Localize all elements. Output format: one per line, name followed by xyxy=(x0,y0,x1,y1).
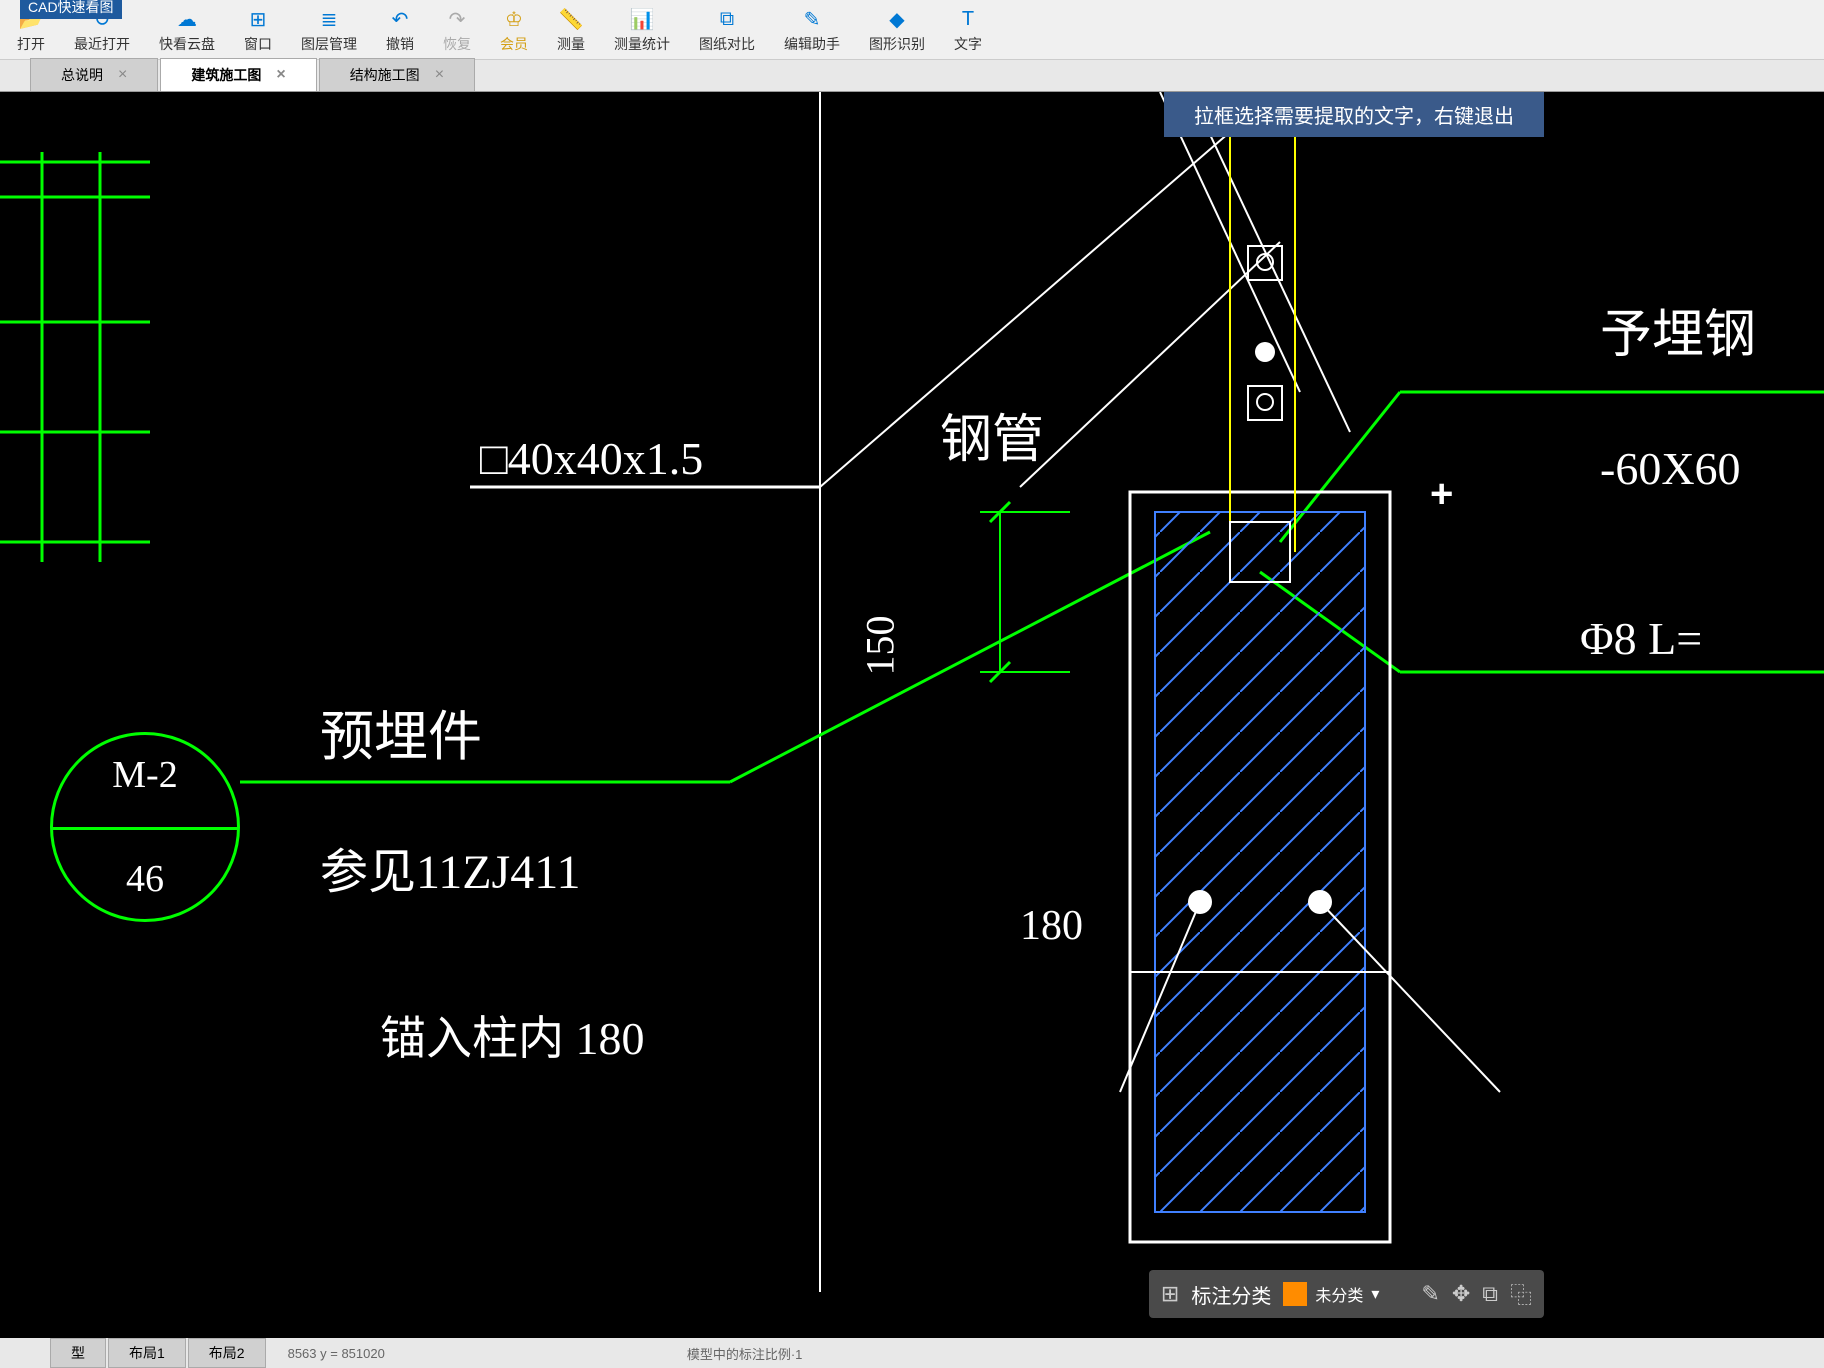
measure-button[interactable]: 📏 测量 xyxy=(545,4,597,56)
drawing-canvas[interactable]: 拉框选择需要提取的文字，右键退出 xyxy=(0,92,1824,1338)
ruler-icon: 📏 xyxy=(557,6,585,34)
anchor-label: 锚入柱内 180 xyxy=(380,1002,645,1068)
spec-text: □40x40x1.5 xyxy=(480,432,703,485)
layout1-tab[interactable]: 布局1 xyxy=(108,1338,186,1368)
cloud-button[interactable]: ☁ 快看云盘 xyxy=(147,4,227,56)
move-icon[interactable]: ✥ xyxy=(1452,1281,1470,1307)
chevron-down-icon: ▾ xyxy=(1371,1284,1379,1304)
text-button[interactable]: T 文字 xyxy=(942,4,994,56)
duplicate-icon[interactable]: ⿻ xyxy=(1510,1278,1532,1310)
compare-icon: ⧉ xyxy=(713,6,741,34)
vip-icon: ♔ xyxy=(500,6,528,34)
tab-general[interactable]: 总说明 × xyxy=(30,58,158,91)
dim-180: 180 xyxy=(1020,902,1083,950)
edit-note-icon[interactable]: ✎ xyxy=(1421,1281,1439,1307)
layers-icon: ≣ xyxy=(315,6,343,34)
dim-150: 150 xyxy=(857,616,904,676)
classify-label: 标注分类 xyxy=(1191,1280,1271,1309)
shape-icon: ◆ xyxy=(883,6,911,34)
layout-tabs: 型 布局1 布局2 8563 y = 851020 模型中的标注比例·1 xyxy=(0,1338,1824,1368)
copy-icon[interactable]: ⧉ xyxy=(1482,1281,1498,1307)
window-icon: ⊞ xyxy=(244,6,272,34)
model-tab[interactable]: 型 xyxy=(50,1338,106,1368)
layer-button[interactable]: ≣ 图层管理 xyxy=(289,4,369,56)
color-swatch xyxy=(1283,1282,1307,1306)
detail-mark-bottom: 46 xyxy=(53,857,237,901)
tab-structplan[interactable]: 结构施工图 × xyxy=(319,58,475,91)
assist-button[interactable]: ✎ 编辑助手 xyxy=(772,4,852,56)
redo-icon: ↷ xyxy=(443,6,471,34)
stat-button[interactable]: 📊 测量统计 xyxy=(602,4,682,56)
close-icon[interactable]: × xyxy=(435,66,444,84)
ref-label: 参见11ZJ411 xyxy=(320,832,580,902)
edit-icon: ✎ xyxy=(798,6,826,34)
tab-archplan[interactable]: 建筑施工图 × xyxy=(160,58,316,91)
cloud-icon: ☁ xyxy=(173,6,201,34)
category-dropdown[interactable]: 未分类 ▾ xyxy=(1283,1282,1409,1306)
vip-button[interactable]: ♔ 会员 xyxy=(488,4,540,56)
undo-icon: ↶ xyxy=(386,6,414,34)
window-button[interactable]: ⊞ 窗口 xyxy=(232,4,284,56)
detail-mark-top: M-2 xyxy=(53,753,237,797)
document-tabs: 总说明 × 建筑施工图 × 结构施工图 × xyxy=(0,60,1824,92)
undo-button[interactable]: ↶ 撤销 xyxy=(374,4,426,56)
embedded-part-label: 预埋件 xyxy=(320,692,482,771)
layout2-tab[interactable]: 布局2 xyxy=(188,1338,266,1368)
recognize-button[interactable]: ◆ 图形识别 xyxy=(857,4,937,56)
close-icon[interactable]: × xyxy=(118,66,127,84)
coords-status: 8563 y = 851020 xyxy=(288,1346,385,1361)
embedded-right-label: 予埋钢 xyxy=(1600,292,1756,367)
cad-drawing xyxy=(0,92,1824,1338)
app-title-fragment: CAD快速看图 xyxy=(20,0,122,19)
grid-icon[interactable]: ⊞ xyxy=(1161,1281,1179,1307)
plate-spec: -60X60 xyxy=(1600,442,1741,495)
annotation-toolbar: ⊞ 标注分类 未分类 ▾ ✎ ✥ ⧉ ⿻ xyxy=(1149,1270,1544,1318)
redo-button[interactable]: ↷ 恢复 xyxy=(431,4,483,56)
selection-hint: 拉框选择需要提取的文字，右键退出 xyxy=(1164,92,1544,137)
close-icon[interactable]: × xyxy=(276,66,285,84)
pipe-label: 钢管 xyxy=(940,397,1044,472)
chart-icon: 📊 xyxy=(628,6,656,34)
cursor-crosshair: + xyxy=(1430,472,1453,517)
compare-button[interactable]: ⧉ 图纸对比 xyxy=(687,4,767,56)
text-icon: T xyxy=(954,6,982,34)
scale-status: 模型中的标注比例·1 xyxy=(687,1344,803,1363)
rebar-spec: Φ8 L= xyxy=(1580,612,1702,665)
detail-callout: M-2 46 xyxy=(50,732,240,922)
main-toolbar: 📂 打开 ↻ 最近打开 ☁ 快看云盘 ⊞ 窗口 ≣ 图层管理 ↶ 撤销 ↷ 恢复… xyxy=(0,0,1824,60)
